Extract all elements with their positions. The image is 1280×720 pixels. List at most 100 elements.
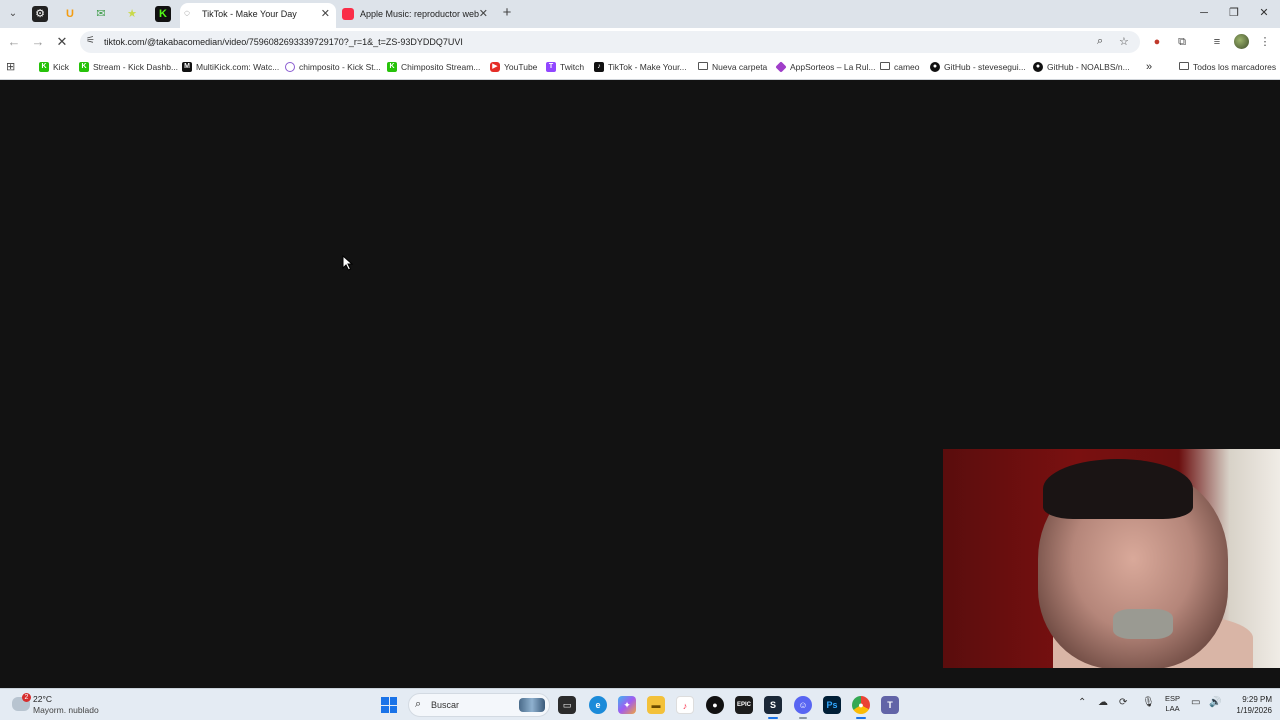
search-highlight-image xyxy=(519,698,545,712)
pinned-tab-chat-icon[interactable]: ✉ xyxy=(93,6,109,22)
itunes-icon[interactable]: ♪ xyxy=(676,696,694,714)
webcam-person-collar xyxy=(1113,609,1173,639)
zoom-icon[interactable]: ⌕ xyxy=(1097,35,1103,48)
bookmark-label: Nueva carpeta xyxy=(712,62,768,72)
bookmarks-overflow-chevron-icon[interactable]: » xyxy=(1146,56,1152,78)
bookmark-kick-dashboard[interactable]: K Stream - Kick Dashb... xyxy=(79,56,178,78)
bookmark-label: Todos los marcadores xyxy=(1193,62,1277,72)
extension-record-icon[interactable]: ● xyxy=(1149,34,1165,50)
bookmark-twitch[interactable]: T Twitch xyxy=(546,56,584,78)
bookmark-youtube[interactable]: ▶ YouTube xyxy=(490,56,537,78)
multikick-icon: M xyxy=(182,62,192,72)
onedrive-icon[interactable]: ☁ xyxy=(1098,697,1108,708)
discord-icon[interactable]: ☺ xyxy=(794,696,812,719)
all-bookmarks-folder[interactable]: Todos los marcadores xyxy=(1179,56,1276,78)
pinned-tab-kick-icon[interactable]: K xyxy=(155,6,171,22)
extensions-puzzle-icon[interactable]: ⧉ xyxy=(1174,34,1190,50)
bookmark-label: cameo xyxy=(894,62,920,72)
network-icon[interactable]: ▭ xyxy=(1191,697,1200,708)
webcam-overlay xyxy=(943,449,1280,668)
tab-title: TikTok - Make Your Day xyxy=(202,9,297,19)
url-text[interactable]: tiktok.com/@takabacomedian/video/7596082… xyxy=(104,31,463,53)
steam-icon[interactable]: S xyxy=(764,696,782,719)
bookmark-chimposito-kick[interactable]: chimposito - Kick St... xyxy=(285,56,381,78)
bookmark-label: Kick xyxy=(53,62,70,72)
bookmark-label: TikTok - Make Your... xyxy=(608,62,687,72)
bookmark-chimposito-stream[interactable]: K Chimposito Stream... xyxy=(387,56,480,78)
browser-toolbar: ← → ✕ ⚟ tiktok.com/@takabacomedian/video… xyxy=(0,28,1280,56)
record-app-icon[interactable]: ● xyxy=(706,696,724,714)
volume-icon[interactable]: 🔊 xyxy=(1209,697,1221,708)
new-tab-plus-icon[interactable]: + xyxy=(499,4,515,22)
minimize-icon[interactable]: ─ xyxy=(1194,5,1214,21)
bookmark-multikick[interactable]: M MultiKick.com: Watc... xyxy=(182,56,279,78)
bookmarks-bar: ⊞ K Kick K Stream - Kick Dashb... M MultiKi… xyxy=(0,56,1280,80)
webcam-person-cap xyxy=(1043,459,1193,519)
menu-kebab-icon[interactable]: ⋮ xyxy=(1257,34,1273,50)
bookmark-tiktok[interactable]: ♪ TikTok - Make Your... xyxy=(594,56,687,78)
keyboard-layout: LAA xyxy=(1165,704,1180,713)
input-language[interactable]: ESP LAA xyxy=(1165,694,1180,714)
loading-spinner-icon: ◌ xyxy=(184,8,190,19)
tab-apple-music[interactable]: Apple Music: reproductor web ✕ xyxy=(338,3,494,28)
task-view-icon[interactable]: ▭ xyxy=(558,696,576,714)
site-info-icon[interactable]: ⚟ xyxy=(86,35,95,46)
weather-badge: 2 xyxy=(22,693,31,702)
close-window-icon[interactable]: ✕ xyxy=(1254,5,1274,21)
windows-taskbar: 2 22°C Mayorm. nublado ⌕ Buscar ▭ e ✦ ▬ … xyxy=(0,688,1280,720)
bookmark-folder-nueva-carpeta[interactable]: Nueva carpeta xyxy=(698,56,767,78)
restore-icon[interactable]: ❐ xyxy=(1224,5,1244,21)
copilot-icon[interactable]: ✦ xyxy=(618,696,636,714)
edge-icon[interactable]: e xyxy=(589,696,607,714)
stop-loading-icon[interactable]: ✕ xyxy=(53,33,71,51)
forward-arrow-icon[interactable]: → xyxy=(29,33,47,51)
apps-grid-icon[interactable]: ⊞ xyxy=(6,56,15,78)
bookmark-label: GitHub - NOALBS/n... xyxy=(1047,62,1130,72)
tab-title: Apple Music: reproductor web xyxy=(360,9,480,19)
tab-strip: ⌄ ⚙ U ✉ ★ K ◌ TikTok - Make Your Day ✕ A… xyxy=(0,0,1280,28)
media-controls-icon[interactable]: ≡ xyxy=(1209,34,1225,50)
tiktok-icon: ♪ xyxy=(594,62,604,72)
bookmark-label: YouTube xyxy=(504,62,538,72)
epic-games-icon[interactable]: EPIC xyxy=(735,696,753,714)
bookmark-github-stevesegui[interactable]: ● GitHub - stevesegui... xyxy=(930,56,1026,78)
bookmark-folder-cameo[interactable]: cameo xyxy=(880,56,920,78)
taskbar-search[interactable]: ⌕ Buscar xyxy=(408,693,550,717)
bookmark-label: Stream - Kick Dashb... xyxy=(93,62,179,72)
microphone-icon[interactable]: 🎙 xyxy=(1142,697,1155,708)
mouse-cursor-icon xyxy=(342,255,354,271)
address-bar[interactable]: ⚟ tiktok.com/@takabacomedian/video/75960… xyxy=(80,31,1140,53)
profile-avatar[interactable] xyxy=(1234,34,1249,49)
system-clock[interactable]: 9:29 PM 1/19/2026 xyxy=(1222,694,1272,716)
apple-music-icon xyxy=(342,8,354,20)
bookmark-kick[interactable]: K Kick xyxy=(39,56,69,78)
pinned-tab-u-icon[interactable]: U xyxy=(62,6,78,22)
show-hidden-icons-chevron-icon[interactable]: ⌃ xyxy=(1078,697,1086,708)
bookmark-star-icon[interactable]: ☆ xyxy=(1119,35,1129,48)
search-placeholder: Buscar xyxy=(431,700,460,710)
close-tab-icon[interactable]: ✕ xyxy=(479,3,488,25)
folder-icon xyxy=(1179,62,1189,70)
pinned-tab-settings-icon[interactable]: ⚙ xyxy=(32,6,48,22)
tab-tiktok[interactable]: ◌ TikTok - Make Your Day ✕ xyxy=(180,3,336,28)
tab-search-chevron-icon[interactable]: ⌄ xyxy=(4,6,22,22)
photoshop-icon[interactable]: Ps xyxy=(823,696,841,714)
windows-start-icon[interactable] xyxy=(381,697,397,713)
bookmark-label: GitHub - stevesegui... xyxy=(944,62,1026,72)
search-icon: ⌕ xyxy=(415,698,422,710)
kick-icon: K xyxy=(387,62,397,72)
clock-date: 1/19/2026 xyxy=(1236,706,1272,715)
back-arrow-icon[interactable]: ← xyxy=(5,33,23,51)
weather-temperature: 22°C xyxy=(33,694,52,704)
file-explorer-icon[interactable]: ▬ xyxy=(647,696,665,714)
bookmark-appsorteos[interactable]: AppSorteos – La Rul... xyxy=(775,56,876,78)
chrome-icon[interactable]: ● xyxy=(852,696,870,719)
teams-icon[interactable]: T xyxy=(881,696,899,714)
appsorteos-icon xyxy=(775,61,787,73)
clock-time: 9:29 PM xyxy=(1242,695,1272,704)
bookmark-github-noalbs[interactable]: ● GitHub - NOALBS/n... xyxy=(1033,56,1130,78)
pinned-tab-star-icon[interactable]: ★ xyxy=(124,6,140,22)
update-icon[interactable]: ⟳ xyxy=(1119,697,1127,708)
close-tab-icon[interactable]: ✕ xyxy=(321,3,330,25)
folder-icon xyxy=(698,62,708,70)
